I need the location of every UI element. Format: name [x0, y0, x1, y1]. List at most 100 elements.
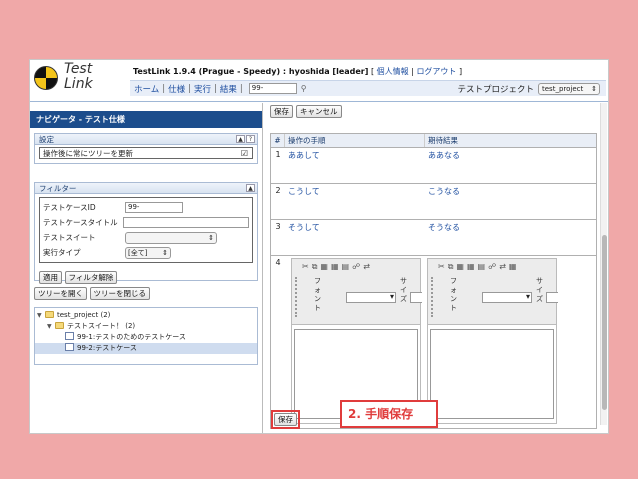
tc-title-label: テストケースタイトル	[43, 218, 118, 227]
tree-node-project[interactable]: ▼ test_project (2)	[35, 310, 257, 321]
step-action[interactable]: こうして	[285, 184, 425, 219]
font-label: フォント	[314, 277, 321, 312]
title-line: TestLink 1.9.4 (Prague - Speedy) : hyosh…	[133, 67, 463, 76]
step-action[interactable]: そうして	[285, 220, 425, 255]
replace-icon[interactable]: ⇄	[363, 262, 370, 272]
expected-text-area[interactable]	[430, 329, 554, 419]
tc-id-input[interactable]: 99-	[125, 202, 183, 213]
table-icon[interactable]: ▦	[509, 262, 517, 272]
copy-icon[interactable]: ⧉	[448, 262, 454, 272]
collapse-tree-button[interactable]: ツリーを閉じる	[89, 287, 151, 300]
cancel-button[interactable]: キャンセル	[296, 105, 342, 118]
expand-tree-button[interactable]: ツリーを開く	[34, 287, 87, 300]
step-row[interactable]: 2 こうして こうなる	[271, 184, 596, 220]
paste-text-icon[interactable]: ▦	[331, 262, 339, 272]
project-select[interactable]: test_project	[538, 82, 600, 95]
testcase-search-input[interactable]: 99-	[248, 83, 297, 94]
expand-arrow-icon[interactable]: ▼	[47, 321, 55, 332]
cut-icon[interactable]: ✂	[438, 262, 445, 272]
paste-text-icon[interactable]: ▦	[467, 262, 475, 272]
editor-toolbar: ✂ ⧉ ▦ ▦ ▤ ☍ ⇄ ▦ フォント サイズ	[428, 259, 558, 325]
find-icon[interactable]: ☍	[352, 262, 360, 272]
new-step-num: 4	[275, 258, 281, 267]
step-row[interactable]: 1 ああして ああなる	[271, 148, 596, 184]
cut-icon[interactable]: ✂	[302, 262, 309, 272]
toolbar-grip[interactable]	[295, 277, 297, 317]
personal-info-link[interactable]: 個人情報	[377, 67, 409, 76]
font-select[interactable]	[482, 292, 532, 303]
step-expected[interactable]: こうなる	[425, 184, 596, 219]
auto-refresh-label: 操作後に常にツリーを更新	[43, 149, 133, 158]
step-row[interactable]: 3 そうして そうなる	[271, 220, 596, 256]
tc-id-label: テストケースID	[43, 203, 96, 212]
testcase-icon	[65, 343, 74, 351]
size-select[interactable]	[410, 292, 422, 303]
apply-filter-button[interactable]: 適用	[39, 271, 62, 284]
step-action[interactable]: ああして	[285, 148, 425, 183]
main-navbar: ホーム | 仕様 | 実行 | 結果 | 99- ⚲ テストプロジェクト tes…	[130, 80, 606, 96]
tc-title-input[interactable]	[122, 217, 249, 228]
auto-refresh-checkbox[interactable]: ☑	[241, 148, 248, 159]
paste-icon[interactable]: ▦	[456, 262, 464, 272]
testcase-icon	[65, 332, 74, 340]
save-step-button[interactable]: 保存	[274, 413, 297, 426]
suite-label: テストスイート	[43, 233, 96, 242]
expand-arrow-icon[interactable]: ▼	[37, 310, 45, 321]
paste-word-icon[interactable]: ▤	[342, 262, 350, 272]
font-label: フォント	[450, 277, 457, 312]
suite-select[interactable]	[125, 231, 217, 244]
copy-icon[interactable]: ⧉	[312, 262, 318, 272]
nav-results[interactable]: 結果	[220, 83, 237, 95]
replace-icon[interactable]: ⇄	[499, 262, 506, 272]
logout-link[interactable]: ログアウト	[416, 67, 456, 76]
exec-type-select[interactable]: [全て]	[125, 246, 171, 259]
tree-node-testcase-selected[interactable]: 99-2:テストケース	[35, 343, 257, 354]
font-select[interactable]	[346, 292, 396, 303]
save-button-highlight: 保存	[271, 410, 300, 429]
step-editor-panel: 保存 キャンセル # 操作の手順 期待結果 1 ああして ああなる 2 こうして…	[268, 103, 608, 433]
project-label: テストプロジェクト	[457, 84, 534, 95]
logo-target-icon	[34, 66, 58, 90]
find-icon[interactable]: ☍	[488, 262, 496, 272]
test-spec-tree: ▼ test_project (2) ▼ テストスイート！ (2) 99-1:テスト…	[34, 307, 258, 365]
filter-form: テストケースID 99- テストケースタイトル テストスイート 実行タイプ [全…	[39, 197, 253, 263]
step-num: 2	[275, 186, 281, 195]
steps-table: # 操作の手順 期待結果 1 ああして ああなる 2 こうして こうなる 3 そ…	[270, 133, 597, 429]
size-label: サイズ	[400, 277, 407, 303]
filter-header: フィルター ▲	[34, 182, 258, 194]
collapse-icon[interactable]: ▲	[246, 184, 255, 192]
header: Test Link TestLink 1.9.4 (Prague - Speed…	[30, 60, 608, 102]
step-expected-editor: ✂ ⧉ ▦ ▦ ▤ ☍ ⇄ ▦ フォント サイズ	[427, 258, 558, 424]
app-title: TestLink 1.9.4 (Prague - Speedy) : hyosh…	[133, 67, 369, 76]
step-num: 3	[275, 222, 281, 231]
save-button-top[interactable]: 保存	[270, 105, 293, 118]
navigator-panel: ナビゲータ - テスト仕様 設定 ▲ ? 操作後に常にツリーを更新 ☑ フィルタ…	[30, 103, 263, 433]
collapse-icon[interactable]: ▲	[236, 135, 245, 143]
paste-word-icon[interactable]: ▤	[478, 262, 486, 272]
paste-icon[interactable]: ▦	[320, 262, 328, 272]
vertical-scrollbar[interactable]	[600, 103, 607, 425]
reset-filter-button[interactable]: フィルタ解除	[64, 271, 118, 284]
nav-execute[interactable]: 実行	[194, 83, 211, 95]
navigator-title: ナビゲータ - テスト仕様	[30, 111, 262, 128]
testlink-logo[interactable]: Test Link	[34, 62, 104, 102]
nav-home[interactable]: ホーム	[134, 83, 159, 95]
step-num: 1	[275, 150, 281, 159]
folder-icon	[45, 311, 54, 318]
tree-node-testcase[interactable]: 99-1:テストのためのテストケース	[35, 332, 257, 343]
size-select[interactable]	[546, 292, 558, 303]
col-num: #	[271, 134, 285, 147]
folder-icon	[55, 322, 64, 329]
tree-node-suite[interactable]: ▼ テストスイート！ (2)	[35, 321, 257, 332]
scrollbar-thumb[interactable]	[602, 235, 607, 410]
filter-title: フィルター	[39, 184, 77, 193]
settings-title: 設定	[39, 135, 54, 144]
col-action: 操作の手順	[285, 134, 425, 147]
search-icon[interactable]: ⚲	[301, 84, 307, 93]
nav-spec[interactable]: 仕様	[168, 83, 185, 95]
step-expected[interactable]: ああなる	[425, 148, 596, 183]
toolbar-grip[interactable]	[431, 277, 433, 317]
help-icon[interactable]: ?	[246, 135, 255, 143]
step-expected[interactable]: そうなる	[425, 220, 596, 255]
logo-text-link: Link	[64, 76, 93, 92]
